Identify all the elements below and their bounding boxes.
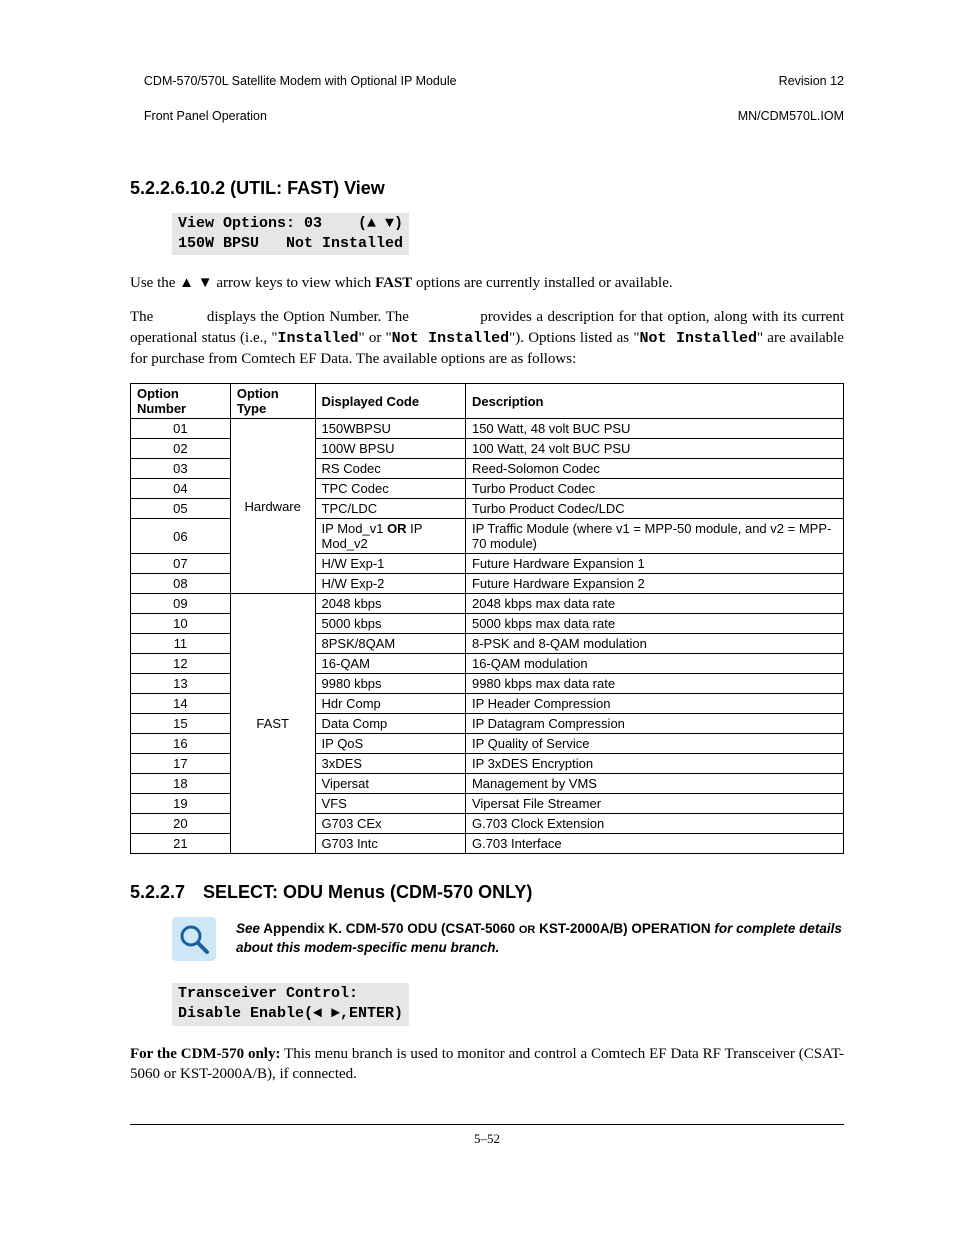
cell-displayed-code: H/W Exp-2 (315, 574, 465, 594)
cell-option-number: 12 (131, 654, 231, 674)
table-row: 09FAST2048 kbps2048 kbps max data rate (131, 594, 844, 614)
cell-displayed-code: Vipersat (315, 774, 465, 794)
cell-description: Turbo Product Codec/LDC (465, 499, 843, 519)
cell-displayed-code: 3xDES (315, 754, 465, 774)
cell-description: IP 3xDES Encryption (465, 754, 843, 774)
cell-displayed-code: VFS (315, 794, 465, 814)
th-displayed-code: Displayed Code (315, 384, 465, 419)
cell-displayed-code: IP QoS (315, 734, 465, 754)
cell-displayed-code: G703 CEx (315, 814, 465, 834)
cell-description: Future Hardware Expansion 1 (465, 554, 843, 574)
cell-option-number: 09 (131, 594, 231, 614)
table-row: 01Hardware150WBPSU150 Watt, 48 volt BUC … (131, 419, 844, 439)
cell-option-number: 02 (131, 439, 231, 459)
terminal-display-view-options: View Options: 03 (▲ ▼) 150W BPSU Not Ins… (172, 213, 409, 256)
terminal-display-transceiver: Transceiver Control: Disable Enable(◄ ►,… (172, 983, 409, 1026)
page-header: CDM-570/570L Satellite Modem with Option… (130, 55, 844, 143)
cell-option-number: 08 (131, 574, 231, 594)
cell-option-number: 17 (131, 754, 231, 774)
cell-description: IP Datagram Compression (465, 714, 843, 734)
see-appendix-callout: See Appendix K. CDM-570 ODU (CSAT-5060 O… (172, 917, 844, 961)
cell-description: 5000 kbps max data rate (465, 614, 843, 634)
callout-text: See Appendix K. CDM-570 ODU (CSAT-5060 O… (236, 920, 844, 958)
cell-displayed-code: TPC Codec (315, 479, 465, 499)
cell-displayed-code: G703 Intc (315, 834, 465, 854)
cell-option-number: 21 (131, 834, 231, 854)
header-product: CDM-570/570L Satellite Modem with Option… (144, 74, 457, 88)
cell-description: Turbo Product Codec (465, 479, 843, 499)
header-docid: MN/CDM570L.IOM (738, 109, 844, 123)
cell-displayed-code: TPC/LDC (315, 499, 465, 519)
cell-displayed-code: H/W Exp-1 (315, 554, 465, 574)
cell-displayed-code: 150WBPSU (315, 419, 465, 439)
cell-option-number: 06 (131, 519, 231, 554)
cell-displayed-code: 9980 kbps (315, 674, 465, 694)
cell-displayed-code: 100W BPSU (315, 439, 465, 459)
cell-description: IP Quality of Service (465, 734, 843, 754)
cell-option-number: 07 (131, 554, 231, 574)
cell-displayed-code: 16-QAM (315, 654, 465, 674)
cell-displayed-code: 8PSK/8QAM (315, 634, 465, 654)
cell-displayed-code: RS Codec (315, 459, 465, 479)
cell-description: 8-PSK and 8-QAM modulation (465, 634, 843, 654)
cell-displayed-code: IP Mod_v1 OR IP Mod_v2 (315, 519, 465, 554)
cell-option-number: 03 (131, 459, 231, 479)
cell-option-number: 14 (131, 694, 231, 714)
cell-description: G.703 Interface (465, 834, 843, 854)
cell-option-number: 18 (131, 774, 231, 794)
th-option-number: Option Number (131, 384, 231, 419)
cell-description: 2048 kbps max data rate (465, 594, 843, 614)
cell-description: Management by VMS (465, 774, 843, 794)
para-option-number-desc: The displays the Option Number. The prov… (130, 307, 844, 369)
page-footer: 5–52 (130, 1124, 844, 1147)
header-revision: Revision 12 (779, 74, 844, 88)
cell-description: Reed-Solomon Codec (465, 459, 843, 479)
cell-description: G.703 Clock Extension (465, 814, 843, 834)
cell-description: 150 Watt, 48 volt BUC PSU (465, 419, 843, 439)
th-option-type: Option Type (230, 384, 315, 419)
cell-option-number: 01 (131, 419, 231, 439)
cell-option-number: 13 (131, 674, 231, 694)
cell-option-type: FAST (230, 594, 315, 854)
options-table: Option Number Option Type Displayed Code… (130, 383, 844, 854)
th-description: Description (465, 384, 843, 419)
cell-displayed-code: Hdr Comp (315, 694, 465, 714)
magnifier-icon (172, 917, 216, 961)
cell-displayed-code: 2048 kbps (315, 594, 465, 614)
table-header-row: Option Number Option Type Displayed Code… (131, 384, 844, 419)
cell-description: Future Hardware Expansion 2 (465, 574, 843, 594)
para-cdm570-only: For the CDM-570 only: This menu branch i… (130, 1044, 844, 1085)
section-heading-util-fast-view: 5.2.2.6.10.2 (UTIL: FAST) View (130, 178, 844, 199)
cell-description: Vipersat File Streamer (465, 794, 843, 814)
cell-description: 16-QAM modulation (465, 654, 843, 674)
cell-description: 9980 kbps max data rate (465, 674, 843, 694)
cell-option-number: 11 (131, 634, 231, 654)
cell-option-number: 20 (131, 814, 231, 834)
header-section: Front Panel Operation (144, 109, 267, 123)
cell-option-number: 15 (131, 714, 231, 734)
cell-option-number: 05 (131, 499, 231, 519)
para-use-arrow-keys: Use the ▲ ▼ arrow keys to view which FAS… (130, 273, 844, 293)
cell-option-number: 10 (131, 614, 231, 634)
cell-description: IP Header Compression (465, 694, 843, 714)
cell-option-type: Hardware (230, 419, 315, 594)
cell-option-number: 04 (131, 479, 231, 499)
cell-description: 100 Watt, 24 volt BUC PSU (465, 439, 843, 459)
cell-option-number: 16 (131, 734, 231, 754)
cell-displayed-code: 5000 kbps (315, 614, 465, 634)
cell-description: IP Traffic Module (where v1 = MPP-50 mod… (465, 519, 843, 554)
cell-displayed-code: Data Comp (315, 714, 465, 734)
section-heading-select-odu: 5.2.2.7SELECT: ODU Menus (CDM-570 ONLY) (130, 882, 844, 903)
cell-option-number: 19 (131, 794, 231, 814)
